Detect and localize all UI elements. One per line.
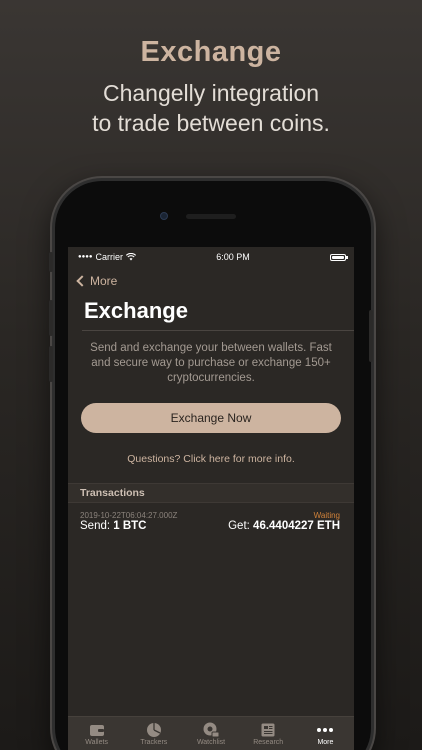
tab-label: Wallets bbox=[85, 739, 108, 746]
power-button bbox=[369, 310, 373, 362]
volume-up-button bbox=[49, 300, 53, 336]
page-title: Exchange bbox=[84, 298, 188, 323]
mute-switch bbox=[49, 252, 53, 272]
promo-subtitle-line1: Changelly integration bbox=[102, 80, 320, 106]
tab-more[interactable]: More bbox=[297, 717, 354, 750]
tab-trackers[interactable]: Trackers bbox=[125, 717, 182, 750]
exchange-description: Send and exchange your between wallets. … bbox=[90, 342, 332, 384]
tab-wallets[interactable]: Wallets bbox=[68, 717, 125, 750]
tab-bar: Wallets Trackers Watchlist Research More bbox=[68, 716, 354, 750]
chevron-left-icon bbox=[76, 275, 88, 287]
transactions-header: Transactions bbox=[68, 483, 354, 503]
status-time: 6:00 PM bbox=[216, 252, 250, 262]
wallet-icon bbox=[89, 725, 104, 736]
signal-icon: ●●●● bbox=[78, 254, 93, 260]
promo-subtitle: Changelly integration to trade between c… bbox=[0, 78, 422, 138]
tab-label: Trackers bbox=[140, 739, 168, 746]
volume-down-button bbox=[49, 346, 53, 382]
newspaper-icon bbox=[261, 723, 275, 737]
front-camera bbox=[160, 212, 168, 220]
tab-label: More bbox=[317, 739, 334, 746]
wifi-icon bbox=[126, 253, 137, 261]
tab-label: Research bbox=[253, 739, 284, 746]
promo-subtitle-line2: to trade between coins. bbox=[92, 110, 330, 136]
more-dots-icon bbox=[317, 728, 334, 732]
eye-coin-icon bbox=[203, 722, 220, 738]
promo-title: Exchange bbox=[140, 36, 282, 68]
transaction-status: Waiting bbox=[313, 511, 340, 520]
more-info-link[interactable]: Questions? Click here for more info. bbox=[68, 453, 354, 467]
status-left: ●●●● Carrier bbox=[78, 252, 137, 262]
tab-watchlist[interactable]: Watchlist bbox=[182, 717, 239, 750]
transaction-row[interactable]: 2019-10-22T06:04:27.000Z Waiting Send: 1… bbox=[68, 503, 354, 543]
tab-research[interactable]: Research bbox=[240, 717, 297, 750]
transaction-date: 2019-10-22T06:04:27.000Z bbox=[80, 511, 178, 520]
back-label: More bbox=[90, 274, 118, 288]
status-bar: ●●●● Carrier 6:00 PM bbox=[68, 247, 354, 267]
tab-label: Watchlist bbox=[196, 739, 226, 746]
pie-chart-icon bbox=[146, 723, 161, 737]
battery-icon bbox=[329, 253, 348, 261]
back-button[interactable]: More bbox=[68, 270, 354, 292]
transaction-send: Send: 1 BTC bbox=[80, 520, 147, 532]
phone-screen: ●●●● Carrier 6:00 PM More Exchange Send … bbox=[68, 247, 354, 750]
carrier-label: Carrier bbox=[95, 252, 124, 262]
transaction-get: Get: 46.4404227 ETH bbox=[228, 520, 340, 532]
exchange-now-button[interactable]: Exchange Now bbox=[81, 403, 341, 433]
earpiece-speaker bbox=[186, 214, 236, 219]
